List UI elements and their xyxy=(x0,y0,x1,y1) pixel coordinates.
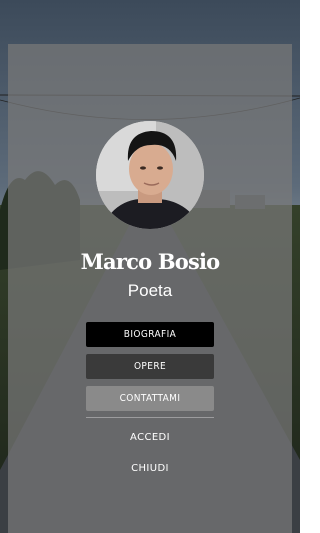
profile-role: Poeta xyxy=(127,281,173,300)
chiudi-link[interactable]: CHIUDI xyxy=(86,462,214,476)
accedi-link[interactable]: ACCEDI xyxy=(86,431,214,445)
opere-button[interactable]: OPERE xyxy=(86,354,214,379)
menu-screen: Marco Bosio Poeta BIOGRAFIA OPERE CONTAT… xyxy=(0,0,300,533)
profile-avatar xyxy=(96,121,204,229)
contattami-button[interactable]: CONTATTAMI xyxy=(86,386,214,411)
profile-name: Marco Bosio xyxy=(80,249,221,274)
biografia-button[interactable]: BIOGRAFIA xyxy=(86,322,214,347)
menu-divider xyxy=(86,417,214,418)
